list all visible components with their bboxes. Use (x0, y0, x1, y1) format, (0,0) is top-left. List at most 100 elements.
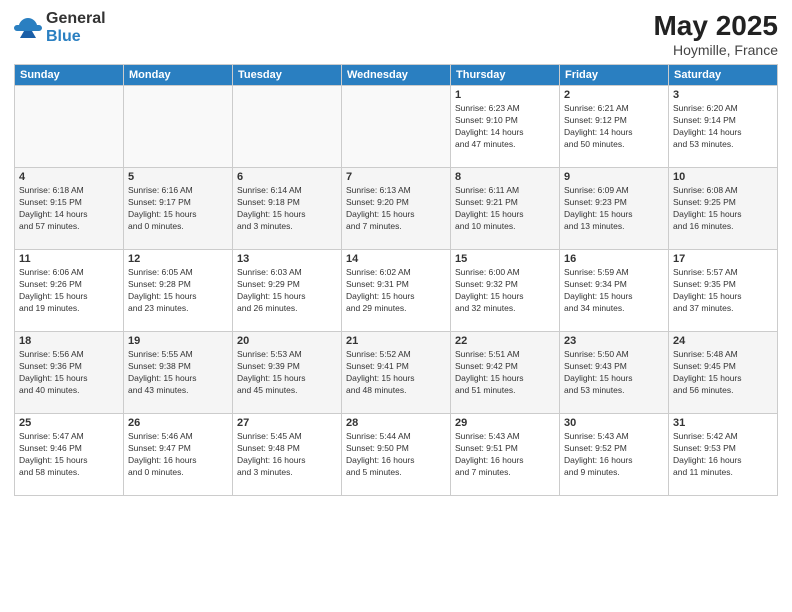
day-number: 7 (346, 171, 446, 183)
table-cell: 8 Sunrise: 6:11 AMSunset: 9:21 PMDaylight… (451, 168, 560, 250)
table-cell: 12 Sunrise: 6:05 AMSunset: 9:28 PMDayligh… (124, 250, 233, 332)
table-cell: 13 Sunrise: 6:03 AMSunset: 9:29 PMDayligh… (233, 250, 342, 332)
day-number: 5 (128, 171, 228, 183)
week-row-2: 4Sunrise: 6:18 AMSunset: 9:15 PMDaylight… (15, 168, 778, 250)
table-cell: 14Sunrise: 6:02 AMSunset: 9:31 PMDayligh… (342, 250, 451, 332)
week-row-5: 25Sunrise: 5:47 AMSunset: 9:46 PMDayligh… (15, 414, 778, 496)
table-cell: 17 Sunrise: 5:57 AMSunset: 9:35 PMDayligh… (669, 250, 778, 332)
day-info: Sunrise: 5:55 AMSunset: 9:38 PMDaylight:… (128, 349, 228, 397)
day-number: 3 (673, 89, 773, 101)
day-number: 10 (673, 171, 773, 183)
day-number: 26 (128, 417, 228, 429)
day-number: 30 (564, 417, 664, 429)
day-number: 21 (346, 335, 446, 347)
table-cell: 4Sunrise: 6:18 AMSunset: 9:15 PMDaylight… (15, 168, 124, 250)
day-info: Sunrise: 5:57 AMSunset: 9:35 PMDaylight:… (673, 267, 773, 315)
table-cell: 1 Sunrise: 6:23 AMSunset: 9:10 PMDaylight… (451, 86, 560, 168)
weekday-header-row: Sunday Monday Tuesday Wednesday Thursday… (15, 65, 778, 86)
table-cell: 19Sunrise: 5:55 AMSunset: 9:38 PMDayligh… (124, 332, 233, 414)
day-info: Sunrise: 5:53 AMSunset: 9:39 PMDaylight:… (237, 349, 337, 397)
table-cell: 30 Sunrise: 5:43 AMSunset: 9:52 PMDayligh… (560, 414, 669, 496)
week-row-1: 1 Sunrise: 6:23 AMSunset: 9:10 PMDaylight… (15, 86, 778, 168)
day-number: 18 (19, 335, 119, 347)
table-cell: 25Sunrise: 5:47 AMSunset: 9:46 PMDayligh… (15, 414, 124, 496)
week-row-3: 11 Sunrise: 6:06 AMSunset: 9:26 PMDayligh… (15, 250, 778, 332)
table-cell: 16Sunrise: 5:59 AMSunset: 9:34 PMDayligh… (560, 250, 669, 332)
day-number: 9 (564, 171, 664, 183)
header-sunday: Sunday (15, 65, 124, 86)
day-info: Sunrise: 6:23 AMSunset: 9:10 PMDaylight:… (455, 103, 555, 151)
table-cell: 20 Sunrise: 5:53 AMSunset: 9:39 PMDayligh… (233, 332, 342, 414)
logo: General Blue (14, 10, 106, 45)
table-cell: 24 Sunrise: 5:48 AMSunset: 9:45 PMDayligh… (669, 332, 778, 414)
table-cell: 5Sunrise: 6:16 AMSunset: 9:17 PMDaylight… (124, 168, 233, 250)
logo-blue: Blue (46, 28, 106, 46)
day-number: 24 (673, 335, 773, 347)
day-number: 20 (237, 335, 337, 347)
day-info: Sunrise: 5:56 AMSunset: 9:36 PMDaylight:… (19, 349, 119, 397)
day-number: 8 (455, 171, 555, 183)
day-info: Sunrise: 5:48 AMSunset: 9:45 PMDaylight:… (673, 349, 773, 397)
table-cell: 21Sunrise: 5:52 AMSunset: 9:41 PMDayligh… (342, 332, 451, 414)
day-number: 28 (346, 417, 446, 429)
day-info: Sunrise: 5:50 AMSunset: 9:43 PMDaylight:… (564, 349, 664, 397)
day-info: Sunrise: 6:14 AMSunset: 9:18 PMDaylight:… (237, 185, 337, 233)
table-cell: 15Sunrise: 6:00 AMSunset: 9:32 PMDayligh… (451, 250, 560, 332)
table-cell: 28 Sunrise: 5:44 AMSunset: 9:50 PMDayligh… (342, 414, 451, 496)
day-info: Sunrise: 5:45 AMSunset: 9:48 PMDaylight:… (237, 431, 337, 479)
table-cell: 26 Sunrise: 5:46 AMSunset: 9:47 PMDayligh… (124, 414, 233, 496)
header-monday: Monday (124, 65, 233, 86)
header-tuesday: Tuesday (233, 65, 342, 86)
table-cell: 23 Sunrise: 5:50 AMSunset: 9:43 PMDayligh… (560, 332, 669, 414)
table-cell: 3Sunrise: 6:20 AMSunset: 9:14 PMDaylight… (669, 86, 778, 168)
table-cell: 22 Sunrise: 5:51 AMSunset: 9:42 PMDayligh… (451, 332, 560, 414)
day-info: Sunrise: 6:09 AMSunset: 9:23 PMDaylight:… (564, 185, 664, 233)
day-number: 22 (455, 335, 555, 347)
day-number: 1 (455, 89, 555, 101)
table-cell (342, 86, 451, 168)
day-info: Sunrise: 5:51 AMSunset: 9:42 PMDaylight:… (455, 349, 555, 397)
day-number: 29 (455, 417, 555, 429)
day-info: Sunrise: 6:06 AMSunset: 9:26 PMDaylight:… (19, 267, 119, 315)
day-number: 6 (237, 171, 337, 183)
calendar-container: General Blue May 2025 Hoymille, France S… (0, 0, 792, 612)
day-number: 4 (19, 171, 119, 183)
day-number: 2 (564, 89, 664, 101)
day-info: Sunrise: 5:42 AMSunset: 9:53 PMDaylight:… (673, 431, 773, 479)
day-number: 23 (564, 335, 664, 347)
header-saturday: Saturday (669, 65, 778, 86)
day-number: 17 (673, 253, 773, 265)
day-info: Sunrise: 5:44 AMSunset: 9:50 PMDaylight:… (346, 431, 446, 479)
header-friday: Friday (560, 65, 669, 86)
day-info: Sunrise: 6:00 AMSunset: 9:32 PMDaylight:… (455, 267, 555, 315)
month-year: May 2025 (653, 10, 778, 42)
location: Hoymille, France (653, 42, 778, 58)
day-info: Sunrise: 5:47 AMSunset: 9:46 PMDaylight:… (19, 431, 119, 479)
calendar-table: Sunday Monday Tuesday Wednesday Thursday… (14, 64, 778, 496)
day-number: 12 (128, 253, 228, 265)
header-wednesday: Wednesday (342, 65, 451, 86)
day-info: Sunrise: 6:05 AMSunset: 9:28 PMDaylight:… (128, 267, 228, 315)
day-info: Sunrise: 6:03 AMSunset: 9:29 PMDaylight:… (237, 267, 337, 315)
day-info: Sunrise: 6:11 AMSunset: 9:21 PMDaylight:… (455, 185, 555, 233)
table-cell: 29 Sunrise: 5:43 AMSunset: 9:51 PMDayligh… (451, 414, 560, 496)
table-cell: 18 Sunrise: 5:56 AMSunset: 9:36 PMDayligh… (15, 332, 124, 414)
table-cell: 9 Sunrise: 6:09 AMSunset: 9:23 PMDaylight… (560, 168, 669, 250)
table-cell (15, 86, 124, 168)
table-cell: 6 Sunrise: 6:14 AMSunset: 9:18 PMDaylight… (233, 168, 342, 250)
day-info: Sunrise: 5:43 AMSunset: 9:52 PMDaylight:… (564, 431, 664, 479)
day-number: 11 (19, 253, 119, 265)
day-number: 31 (673, 417, 773, 429)
logo-general: General (46, 10, 106, 28)
table-cell: 27 Sunrise: 5:45 AMSunset: 9:48 PMDayligh… (233, 414, 342, 496)
day-info: Sunrise: 6:13 AMSunset: 9:20 PMDaylight:… (346, 185, 446, 233)
day-info: Sunrise: 6:21 AMSunset: 9:12 PMDaylight:… (564, 103, 664, 151)
table-cell: 11 Sunrise: 6:06 AMSunset: 9:26 PMDayligh… (15, 250, 124, 332)
day-number: 27 (237, 417, 337, 429)
day-info: Sunrise: 5:46 AMSunset: 9:47 PMDaylight:… (128, 431, 228, 479)
table-cell: 10Sunrise: 6:08 AMSunset: 9:25 PMDayligh… (669, 168, 778, 250)
week-row-4: 18 Sunrise: 5:56 AMSunset: 9:36 PMDayligh… (15, 332, 778, 414)
day-info: Sunrise: 5:43 AMSunset: 9:51 PMDaylight:… (455, 431, 555, 479)
day-number: 13 (237, 253, 337, 265)
table-cell: 2 Sunrise: 6:21 AMSunset: 9:12 PMDaylight… (560, 86, 669, 168)
